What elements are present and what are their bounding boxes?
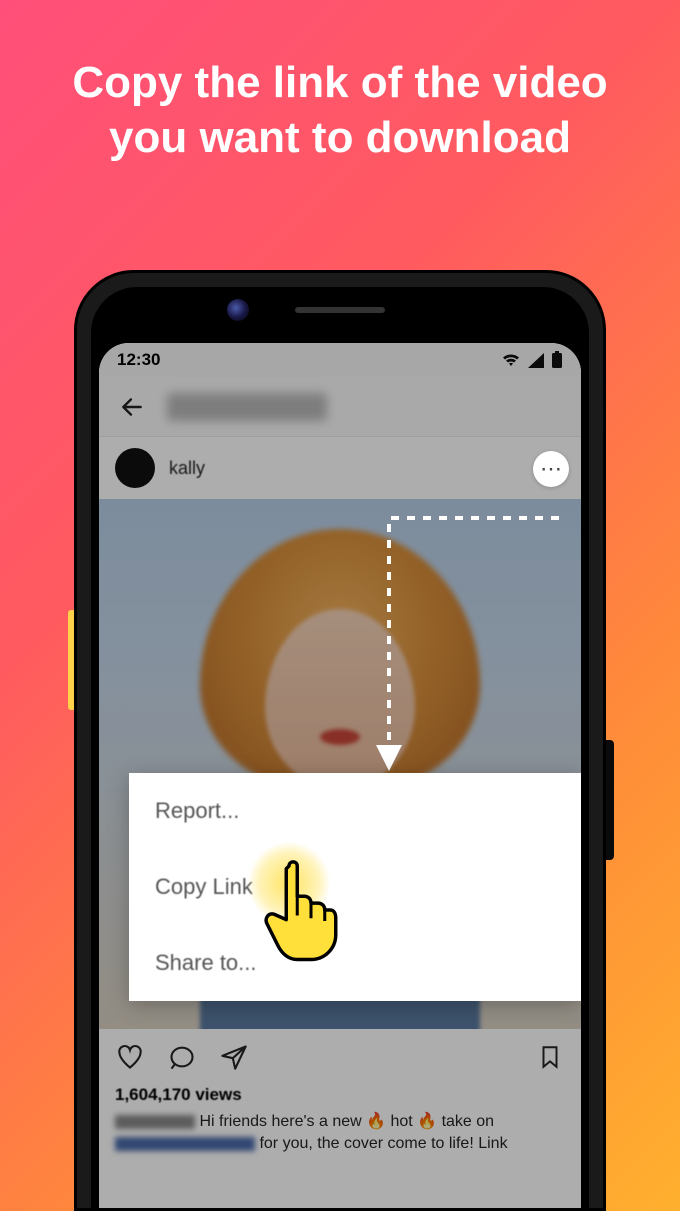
post-action-row	[99, 1029, 581, 1085]
post-header: kally	[99, 437, 581, 499]
phone-camera	[227, 299, 249, 321]
menu-report[interactable]: Report...	[129, 773, 581, 849]
phone-side-button-right	[606, 740, 614, 860]
fire-emoji: 🔥	[417, 1113, 437, 1130]
like-icon[interactable]	[113, 1040, 147, 1074]
wifi-icon	[501, 352, 521, 368]
post-caption: Hi friends here's a new 🔥 hot 🔥 take on …	[99, 1111, 581, 1176]
bookmark-icon[interactable]	[533, 1040, 567, 1074]
phone-frame: 12:30	[74, 270, 606, 1211]
status-time: 12:30	[117, 350, 160, 370]
caption-username-blurred	[115, 1115, 195, 1129]
fire-emoji: 🔥	[366, 1113, 386, 1130]
menu-copy-link[interactable]: Copy Link	[129, 849, 581, 925]
phone-bezel: 12:30	[91, 287, 589, 1208]
options-menu: Report... Copy Link Share to...	[129, 773, 581, 1001]
comment-icon[interactable]	[165, 1040, 199, 1074]
share-icon[interactable]	[217, 1040, 251, 1074]
phone-speaker	[295, 307, 385, 313]
promo-background: Copy the link of the video you want to d…	[0, 0, 680, 1211]
post-username[interactable]: kally	[169, 458, 205, 479]
caption-hashtag-blurred	[115, 1137, 255, 1151]
more-options-button[interactable]	[533, 451, 569, 487]
promo-headline: Copy the link of the video you want to d…	[0, 55, 680, 165]
avatar[interactable]	[115, 448, 155, 488]
battery-icon	[551, 351, 563, 369]
menu-share-to[interactable]: Share to...	[129, 925, 581, 1001]
app-header	[99, 377, 581, 437]
back-button[interactable]	[115, 390, 149, 424]
status-bar: 12:30	[99, 343, 581, 377]
phone-screen: 12:30	[99, 343, 581, 1208]
app-title-blurred	[167, 393, 327, 421]
signal-icon	[527, 352, 545, 368]
post-views: 1,604,170 views	[99, 1085, 581, 1111]
